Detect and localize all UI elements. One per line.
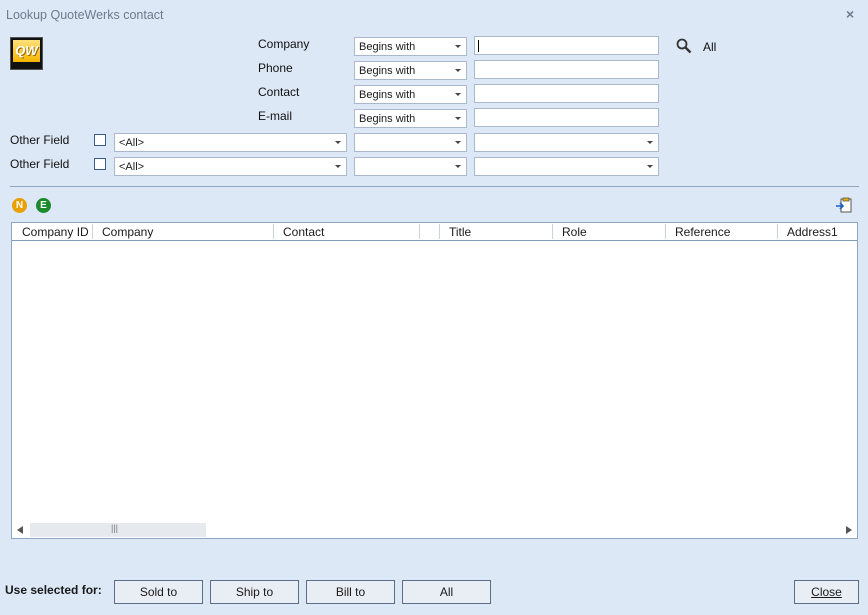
new-contact-icon[interactable]: N	[12, 198, 27, 213]
sold-to-button[interactable]: Sold to	[114, 580, 203, 604]
chevron-down-icon	[455, 165, 461, 168]
column-divider[interactable]	[439, 224, 440, 239]
chevron-down-icon	[455, 45, 461, 48]
close-button[interactable]: Close	[794, 580, 859, 604]
search-icon[interactable]	[676, 38, 692, 54]
contacts-grid[interactable]: Company ID Company Contact Title Role Re…	[11, 222, 858, 539]
phone-operator-value: Begins with	[359, 65, 416, 77]
search-all-link[interactable]: All	[703, 40, 716, 54]
text-caret	[478, 40, 479, 52]
company-operator-value: Begins with	[359, 41, 416, 53]
chevron-down-icon	[335, 165, 341, 168]
company-input[interactable]	[474, 36, 659, 55]
contact-input[interactable]	[474, 84, 659, 103]
other-field-operator-2[interactable]	[354, 157, 467, 176]
column-header-role[interactable]: Role	[562, 225, 587, 239]
scroll-thumb[interactable]: |||	[30, 523, 206, 537]
chevron-down-icon	[455, 117, 461, 120]
email-operator-select[interactable]: Begins with	[354, 109, 467, 128]
scroll-grip: |||	[111, 523, 119, 533]
other-field-select-1[interactable]: <All>	[114, 133, 347, 152]
phone-operator-select[interactable]: Begins with	[354, 61, 467, 80]
contact-label: Contact	[258, 85, 300, 99]
other-field-checkbox-1[interactable]	[94, 134, 106, 146]
other-field-operator-1[interactable]	[354, 133, 467, 152]
close-window-button[interactable]: ×	[846, 6, 854, 22]
contact-operator-select[interactable]: Begins with	[354, 85, 467, 104]
other-field-value-select-1[interactable]	[474, 133, 659, 152]
grid-header: Company ID Company Contact Title Role Re…	[12, 223, 857, 241]
chevron-down-icon	[455, 69, 461, 72]
column-divider[interactable]	[419, 224, 420, 239]
other-field-value-2: <All>	[119, 161, 145, 173]
scroll-left-icon[interactable]	[17, 526, 23, 534]
other-field-value-1: <All>	[119, 137, 145, 149]
paste-to-clipboard-icon[interactable]	[835, 197, 853, 214]
use-selected-label: Use selected for:	[5, 583, 102, 597]
window-title: Lookup QuoteWerks contact	[6, 8, 164, 22]
edit-contact-icon[interactable]: E	[36, 198, 51, 213]
horizontal-scrollbar[interactable]: |||	[12, 522, 857, 538]
chevron-down-icon	[455, 141, 461, 144]
other-field-checkbox-2[interactable]	[94, 158, 106, 170]
bill-to-button[interactable]: Bill to	[306, 580, 395, 604]
chevron-down-icon	[335, 141, 341, 144]
column-divider[interactable]	[273, 224, 274, 239]
other-field-select-2[interactable]: <All>	[114, 157, 347, 176]
quotewerks-logo: QW	[10, 37, 43, 70]
phone-input[interactable]	[474, 60, 659, 79]
chevron-down-icon	[647, 165, 653, 168]
column-divider[interactable]	[665, 224, 666, 239]
column-header-company-id[interactable]: Company ID	[22, 225, 89, 239]
email-label: E-mail	[258, 109, 293, 123]
column-divider[interactable]	[777, 224, 778, 239]
column-header-address1[interactable]: Address1	[787, 225, 838, 239]
column-header-company[interactable]: Company	[102, 225, 153, 239]
column-divider[interactable]	[92, 224, 93, 239]
scroll-right-icon[interactable]	[846, 526, 852, 534]
ship-to-button[interactable]: Ship to	[210, 580, 299, 604]
logo-text: QW	[13, 40, 40, 62]
section-divider	[10, 186, 859, 187]
other-field-label-2: Other Field	[10, 157, 70, 171]
column-header-contact[interactable]: Contact	[283, 225, 324, 239]
column-header-title[interactable]: Title	[449, 225, 471, 239]
email-operator-value: Begins with	[359, 113, 416, 125]
chevron-down-icon	[455, 93, 461, 96]
company-label: Company	[258, 37, 310, 51]
other-field-value-select-2[interactable]	[474, 157, 659, 176]
contact-operator-value: Begins with	[359, 89, 416, 101]
chevron-down-icon	[647, 141, 653, 144]
other-field-label-1: Other Field	[10, 133, 70, 147]
column-header-reference[interactable]: Reference	[675, 225, 730, 239]
phone-label: Phone	[258, 61, 293, 75]
company-operator-select[interactable]: Begins with	[354, 37, 467, 56]
all-button[interactable]: All	[402, 580, 491, 604]
email-input[interactable]	[474, 108, 659, 127]
column-divider[interactable]	[552, 224, 553, 239]
